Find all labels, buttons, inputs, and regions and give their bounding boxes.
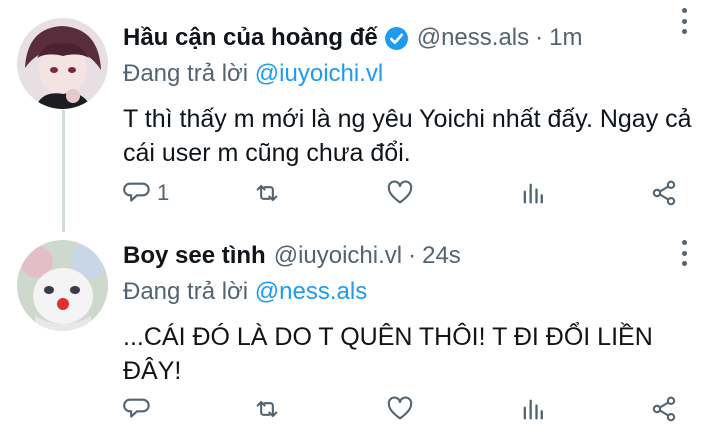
more-options-icon[interactable] <box>678 240 690 266</box>
avatar[interactable] <box>17 240 108 331</box>
reply-mention-link[interactable]: @ness.als <box>255 278 367 305</box>
tweet-actions: 1 <box>123 178 683 208</box>
tweet-item[interactable]: Hầu cận của hoàng đế @ness.als · 1m Đang… <box>0 0 720 232</box>
like-button[interactable] <box>386 178 414 208</box>
verified-badge-icon <box>384 26 409 51</box>
reply-button[interactable]: 1 <box>123 178 169 208</box>
share-icon <box>652 180 676 206</box>
retweet-icon <box>256 184 278 202</box>
separator-dot: · <box>408 242 417 269</box>
reply-icon <box>123 182 150 202</box>
share-icon <box>652 396 676 422</box>
retweet-button[interactable] <box>253 394 281 424</box>
tweet-text: T thì thấy m mới là ng yêu Yoichi nhất đ… <box>123 105 692 167</box>
analytics-icon <box>523 399 543 420</box>
user-handle[interactable]: @iuyoichi.vl <box>274 242 402 270</box>
reply-button[interactable] <box>123 394 157 424</box>
tweet-item[interactable]: Boy see tình @iuyoichi.vl · 24s Đang trả… <box>0 232 720 436</box>
avatar[interactable] <box>17 18 108 109</box>
tweet-text: ...CÁI ĐÓ LÀ DO T QUÊN THÔI! T ĐI ĐỔI LI… <box>123 323 653 385</box>
reply-icon <box>123 398 150 418</box>
display-name[interactable]: Hầu cận của hoàng đế <box>123 24 378 52</box>
separator-dot: · <box>535 24 544 51</box>
analytics-icon <box>523 183 543 204</box>
share-button[interactable] <box>650 394 678 424</box>
replying-to: Đang trả lời @iuyoichi.vl <box>123 58 720 90</box>
analytics-button[interactable] <box>519 394 547 424</box>
tweet-actions <box>123 394 683 424</box>
retweet-icon <box>256 400 278 418</box>
user-avatar-icon <box>17 240 108 331</box>
share-button[interactable] <box>650 178 678 208</box>
user-handle[interactable]: @ness.als <box>417 24 529 52</box>
more-options-icon[interactable] <box>678 8 690 34</box>
heart-icon <box>387 180 413 204</box>
timestamp[interactable]: 1m <box>549 24 582 52</box>
replying-to: Đang trả lời @ness.als <box>123 276 720 308</box>
like-button[interactable] <box>386 394 414 424</box>
timestamp[interactable]: 24s <box>422 242 461 270</box>
reply-count: 1 <box>157 180 170 205</box>
reply-prefix: Đang trả lời <box>123 278 249 305</box>
retweet-button[interactable] <box>253 178 281 208</box>
user-avatar-icon <box>17 18 108 109</box>
reply-mention-link[interactable]: @iuyoichi.vl <box>255 60 383 87</box>
display-name[interactable]: Boy see tình <box>123 242 266 270</box>
heart-icon <box>387 396 413 420</box>
analytics-button[interactable] <box>519 178 547 208</box>
reply-prefix: Đang trả lời <box>123 60 249 87</box>
